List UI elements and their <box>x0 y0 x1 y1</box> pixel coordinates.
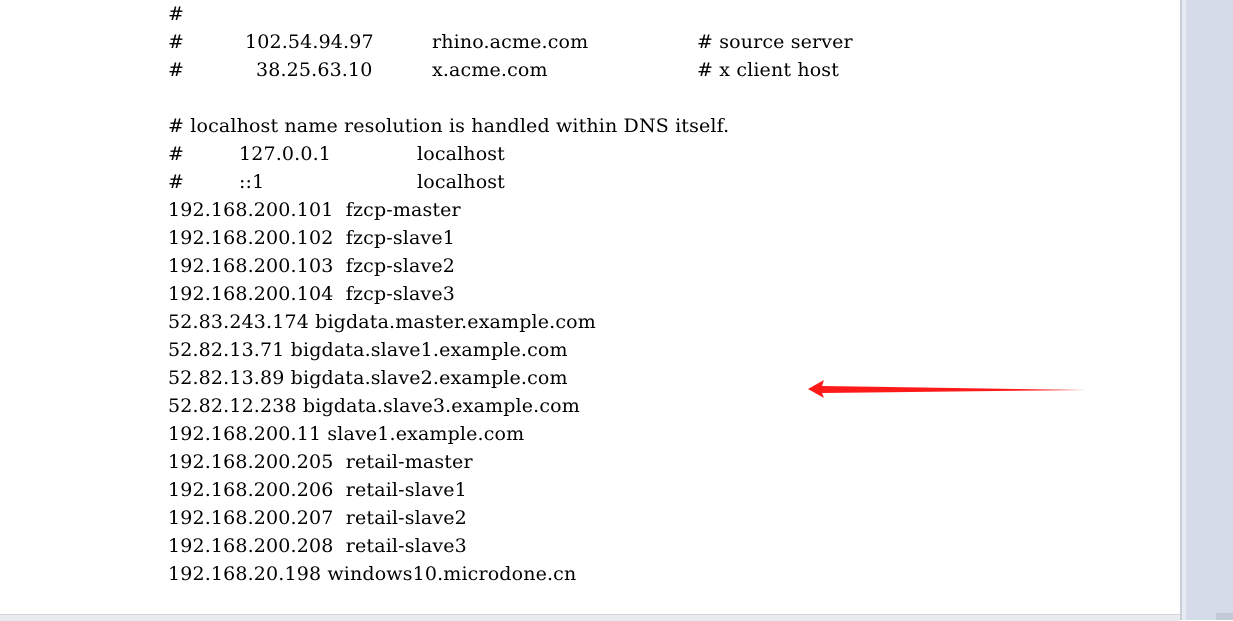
hosts-file-line-text: # <box>168 59 185 81</box>
scrollbar-corner <box>1216 613 1233 620</box>
hosts-file-line-text: localhost <box>417 171 505 193</box>
hosts-file-line-text: 192.168.200.206 retail-slave1 <box>168 479 467 501</box>
vertical-scrollbar[interactable] <box>1182 0 1233 620</box>
hosts-file-line-text: x.acme.com <box>432 59 548 81</box>
hosts-file-line-text: 192.168.200.101 fzcp-master <box>168 199 461 221</box>
hosts-file-line-text: 192.168.200.208 retail-slave3 <box>168 535 467 557</box>
hosts-file-line-text: 38.25.63.10 <box>256 59 373 81</box>
hosts-file-line-text: # localhost name resolution is handled w… <box>168 115 730 137</box>
hosts-file-line-text: 192.168.200.11 slave1.example.com <box>168 423 525 445</box>
hosts-file-line-text: 52.82.12.238 bigdata.slave3.example.com <box>168 395 580 417</box>
hosts-file-line-text: ::1 <box>239 171 265 193</box>
hosts-file-line-text: 127.0.0.1 <box>239 143 331 165</box>
vertical-scrollbar-edge <box>1182 0 1186 620</box>
hosts-file-line-text: 192.168.200.104 fzcp-slave3 <box>168 283 455 305</box>
hosts-file-line-text: 192.168.20.198 windows10.microdone.cn <box>168 563 577 585</box>
hosts-file-line-text: # <box>168 143 185 165</box>
hosts-file-editor[interactable]: # #102.54.94.97 rhino.acme.com # source ser… <box>0 0 1180 614</box>
hosts-file-line-text: # source server <box>697 31 853 53</box>
hosts-file-line-text: 192.168.200.103 fzcp-slave2 <box>168 255 455 277</box>
hosts-file-line-text: 102.54.94.97 <box>245 31 374 53</box>
hosts-file-line-text: 192.168.200.205 retail-master <box>168 451 473 473</box>
hosts-file-line-text: # <box>168 171 185 193</box>
hosts-file-line-text: 52.82.13.89 bigdata.slave2.example.com <box>168 367 568 389</box>
hosts-file-line-text: # x client host <box>697 59 839 81</box>
hosts-file-line-text: 192.168.200.102 fzcp-slave1 <box>168 227 455 249</box>
hosts-file-line-text: 52.82.13.71 bigdata.slave1.example.com <box>168 339 568 361</box>
hosts-file-line-text: # <box>168 3 185 25</box>
hosts-file-line-text: rhino.acme.com <box>432 31 589 53</box>
hosts-file-line-text: 52.83.243.174 bigdata.master.example.com <box>168 311 596 333</box>
hosts-file-line-text: localhost <box>417 143 505 165</box>
hosts-file-line-text: # <box>168 31 185 53</box>
text-editor-window: # #102.54.94.97 rhino.acme.com # source ser… <box>0 0 1233 621</box>
hosts-file-line-text: 192.168.200.207 retail-slave2 <box>168 507 467 529</box>
